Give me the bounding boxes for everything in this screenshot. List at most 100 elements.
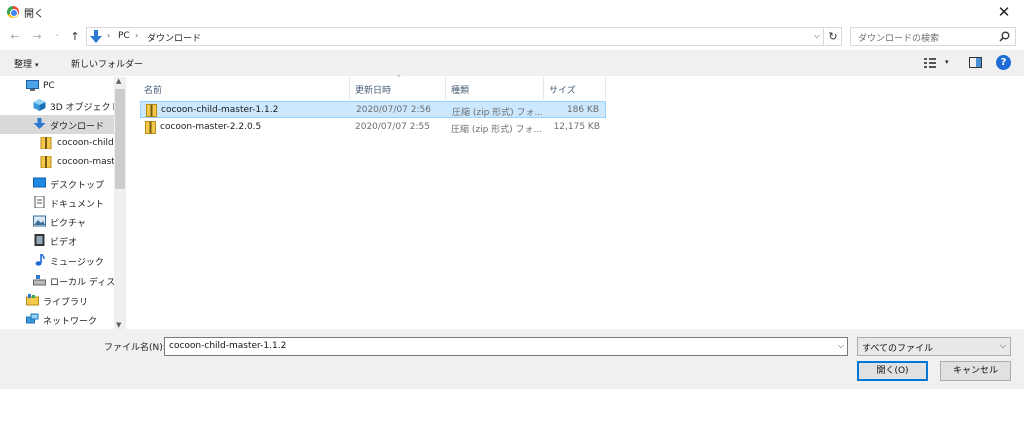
sidebar-item-cocoon-child[interactable]: cocoon-child (0, 134, 114, 153)
file-size: 186 KB (566, 105, 599, 115)
sidebar-item-label: ピクチャ (50, 219, 86, 229)
sidebar-item-documents[interactable]: ドキュメント (0, 193, 114, 212)
sidebar-item-label: ドキュメント (50, 200, 105, 210)
close-button[interactable]: ✕ (984, 0, 1024, 24)
filename-label: ファイル名(N): (104, 343, 166, 353)
view-options-icon[interactable] (924, 58, 936, 68)
download-arrow-icon (33, 118, 46, 129)
file-type-select[interactable]: すべてのファイル ⌵ (857, 337, 1011, 356)
open-button[interactable]: 開く(O) (857, 361, 928, 381)
breadcrumb-separator: › (107, 31, 111, 40)
video-icon (34, 234, 45, 246)
sidebar-item-label: ライブラリ (43, 298, 89, 308)
sidebar-item-pc[interactable]: PC (0, 77, 114, 96)
column-header-size[interactable]: サイズ (549, 83, 576, 96)
zip-file-icon (146, 104, 157, 117)
breadcrumb-pc[interactable]: PC (118, 31, 130, 41)
column-header-name[interactable]: 名前 (144, 83, 162, 96)
sidebar-item-label: cocoon-mast (57, 157, 114, 167)
file-type: 圧縮 (zip 形式) フォ... (452, 108, 542, 118)
file-type-dropdown-icon[interactable]: ⌵ (1000, 341, 1006, 351)
filename-input[interactable]: cocoon-child-master-1.1.2 ⌵ (164, 337, 848, 356)
column-header-type[interactable]: 種類 (451, 83, 469, 96)
sidebar-item-downloads[interactable]: ダウンロード (0, 115, 114, 134)
sidebar-item-videos[interactable]: ビデオ (0, 231, 114, 250)
monitor-icon (26, 80, 39, 91)
preview-pane-icon[interactable] (969, 57, 982, 68)
sort-indicator-icon: ⌃ (396, 74, 402, 82)
refresh-button[interactable]: ↻ (825, 27, 842, 46)
table-row[interactable]: cocoon-master-2.2.0.5 2020/07/07 2:55 圧縮… (140, 119, 606, 136)
column-divider[interactable] (543, 77, 544, 99)
sidebar-item-label: PC (43, 81, 55, 91)
sidebar-item-label: ネットワーク (43, 317, 98, 327)
search-input[interactable]: ダウンロードの検索 (858, 31, 939, 44)
organize-label: 整理 (14, 60, 33, 70)
file-size: 12,175 KB (553, 122, 600, 132)
sidebar-item-3d-objects[interactable]: 3D オブジェクト (0, 96, 120, 115)
scrollbar-thumb[interactable] (115, 89, 125, 189)
file-type-value: すべてのファイル (862, 344, 934, 354)
sidebar-item-label: ビデオ (50, 238, 78, 248)
help-icon[interactable]: ? (996, 55, 1011, 70)
address-dropdown-icon[interactable]: ⌵ (814, 31, 820, 41)
sidebar-item-label: 3D オブジェクト (50, 103, 120, 113)
file-type: 圧縮 (zip 形式) フォ... (451, 125, 541, 135)
address-row: ← → ⌄ ↑ › PC › ダウンロード ⌵ ↻ ダウンロードの検索 (0, 25, 1024, 49)
sidebar-item-network[interactable]: ネットワーク (0, 310, 114, 329)
sidebar-item-libraries[interactable]: ライブラリ (0, 291, 114, 310)
breadcrumb-downloads[interactable]: ダウンロード (147, 31, 201, 44)
navigation-pane: PC 3D オブジェクト ダウンロード cocoon-child cocoon-… (0, 77, 126, 329)
column-divider[interactable] (605, 77, 606, 99)
title-bar: 開く ✕ (0, 0, 1024, 24)
library-icon (26, 294, 39, 306)
sidebar-item-cocoon-master[interactable]: cocoon-mast (0, 153, 114, 172)
filename-dropdown-icon[interactable]: ⌵ (838, 341, 844, 351)
breadcrumb-separator: › (135, 31, 139, 40)
up-arrow-icon[interactable]: ↑ (67, 29, 83, 45)
file-name: cocoon-child-master-1.1.2 (161, 105, 279, 115)
scroll-down-icon[interactable]: ▼ (116, 321, 121, 329)
network-icon (26, 313, 39, 324)
sidebar-item-pictures[interactable]: ピクチャ (0, 212, 114, 231)
file-list: 名前 ⌃ 更新日時 種類 サイズ cocoon-child-master-1.1… (130, 74, 1024, 329)
recent-locations-chevron-icon[interactable]: ⌄ (54, 30, 60, 38)
scroll-up-icon[interactable]: ▲ (116, 77, 121, 85)
download-arrow-icon (90, 30, 102, 43)
forward-arrow-icon[interactable]: → (29, 29, 45, 45)
cancel-button[interactable]: キャンセル (940, 361, 1011, 381)
table-row[interactable]: cocoon-child-master-1.1.2 2020/07/07 2:5… (140, 101, 606, 118)
sidebar-item-local-disk[interactable]: ローカル ディスク ( (0, 271, 114, 290)
search-box[interactable]: ダウンロードの検索 (850, 27, 1016, 46)
search-icon[interactable] (999, 31, 1010, 42)
sidebar-item-label: ダウンロード (50, 122, 105, 132)
sidebar-item-desktop[interactable]: デスクトップ (0, 174, 114, 193)
file-name: cocoon-master-2.2.0.5 (160, 122, 262, 132)
zip-file-icon (145, 121, 156, 134)
drive-icon (33, 275, 46, 286)
chrome-app-icon (7, 6, 19, 18)
column-divider[interactable] (349, 77, 350, 99)
zip-folder-icon (40, 137, 52, 149)
view-dropdown-caret-icon[interactable]: ▾ (945, 58, 949, 66)
column-divider[interactable] (445, 77, 446, 99)
document-icon (34, 196, 45, 208)
sidebar-item-label: デスクトップ (50, 181, 105, 191)
column-header-date[interactable]: 更新日時 (355, 83, 391, 96)
organize-button[interactable]: 整理 ▾ (14, 57, 39, 70)
back-arrow-icon[interactable]: ← (7, 29, 23, 45)
file-modified-date: 2020/07/07 2:55 (355, 122, 430, 132)
filename-value: cocoon-child-master-1.1.2 (169, 341, 287, 351)
sidebar-item-label: ローカル ディスク ( (50, 278, 114, 288)
caret-down-icon: ▾ (35, 61, 39, 69)
file-modified-date: 2020/07/07 2:56 (356, 105, 431, 115)
navigation-pane-scrollbar[interactable]: ▲ ▼ (114, 77, 126, 329)
command-bar: 整理 ▾ 新しいフォルダー ▾ ? (0, 50, 1024, 76)
cube-icon (33, 99, 46, 111)
zip-folder-icon (40, 156, 52, 168)
address-bar[interactable]: › PC › ダウンロード ⌵ (86, 27, 824, 46)
new-folder-button[interactable]: 新しいフォルダー (71, 57, 143, 70)
sidebar-item-music[interactable]: ミュージック (0, 251, 114, 270)
dialog-footer: ファイル名(N): cocoon-child-master-1.1.2 ⌵ すべ… (0, 329, 1024, 389)
music-note-icon (35, 254, 45, 266)
